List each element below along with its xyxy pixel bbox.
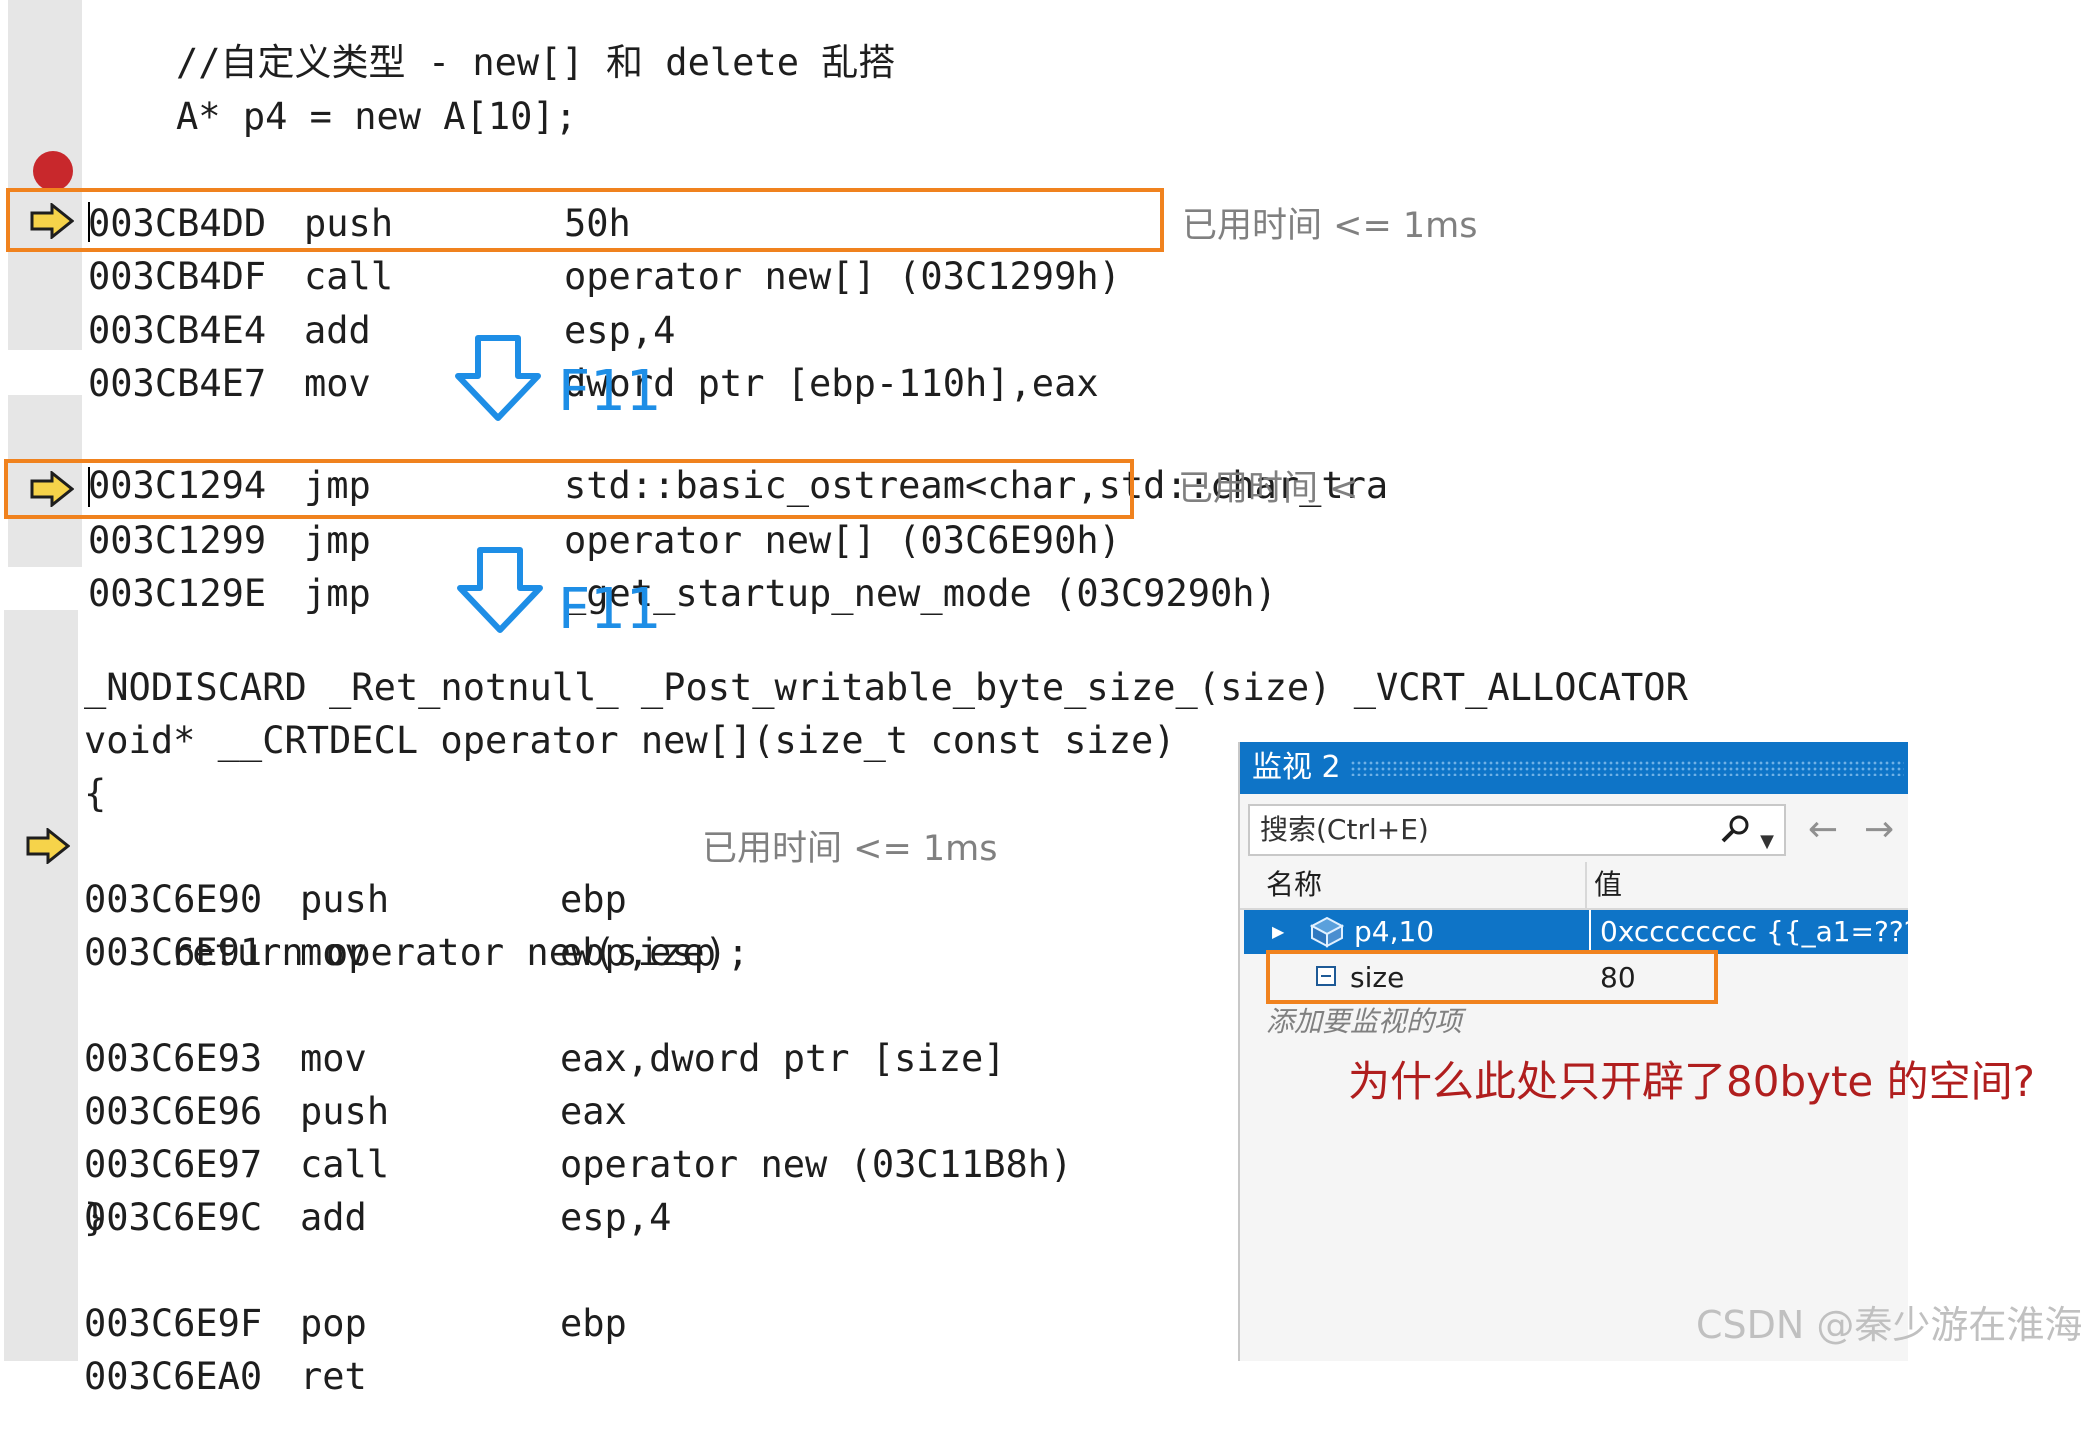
close-brace: } — [84, 1196, 107, 1239]
asm-row[interactable]: 003C6E93 mov eax,dword ptr [size] — [84, 979, 1006, 1080]
instruction-pointer-icon — [26, 828, 70, 864]
watch-row-selected[interactable]: ▶ p4,10 0xcccccccc {{_a1=??? _ — [1244, 910, 1942, 954]
function-annotation: _NODISCARD _Ret_notnull_ _Post_writable_… — [84, 666, 1688, 709]
watermark: CSDN @秦少游在淮海 — [1696, 1303, 2083, 1347]
column-header-value[interactable]: 值 — [1594, 862, 1622, 908]
magnifier-icon[interactable] — [1720, 814, 1750, 844]
column-divider — [1589, 910, 1591, 954]
instruction-pointer-icon — [30, 471, 74, 507]
asm-row[interactable]: 003CB4E4 add esp,4 — [88, 251, 675, 352]
title-grip — [1350, 760, 1904, 776]
column-header-name[interactable]: 名称 — [1266, 862, 1322, 908]
forward-arrow-icon[interactable]: → — [1864, 804, 1894, 856]
source-line: A* p4 = new A[10]; — [176, 95, 577, 138]
asm-row-current[interactable]: 003C6E90 push ebp — [84, 820, 627, 921]
annotation-question: 为什么此处只开辟了80byte 的空间? — [1348, 1057, 2035, 1106]
asm-row[interactable]: 003C1294 jmp std::basic_ostream<char,std::… — [88, 406, 1388, 507]
instruction-pointer-icon — [30, 203, 74, 239]
search-placeholder: 搜索(Ctrl+E) — [1260, 813, 1429, 846]
open-brace: { — [84, 772, 107, 815]
elapsed-time: 已用时间 <= 1ms — [1182, 206, 1478, 246]
highlight-box — [1266, 950, 1718, 1004]
elapsed-time: 已用时间 <= 1ms — [702, 829, 998, 869]
watch-search-input[interactable]: 搜索(Ctrl+E) ▼ — [1248, 804, 1786, 856]
watch-item-value: 0xcccccccc {{_a1=??? _ — [1600, 915, 1942, 948]
column-divider[interactable] — [1585, 862, 1587, 908]
back-arrow-icon[interactable]: ← — [1808, 804, 1838, 856]
highlight-box — [6, 188, 1164, 252]
watch-header: 名称 值 — [1240, 862, 1908, 910]
asm-row[interactable]: 003C6E91 mov ebp,esp — [84, 873, 716, 974]
source-line: return operator new(size); — [170, 931, 750, 974]
asm-row[interactable]: 003C6E97 call operator new (03C11B8h) — [84, 1085, 1072, 1186]
asm-row[interactable]: 003C6EA0 ret — [84, 1297, 367, 1398]
asm-row[interactable]: 003C6E9C add esp,4 — [84, 1138, 671, 1239]
disasm-block-1: //自定义类型 - new[] 和 delete 乱搭 A* p4 = new … — [0, 0, 1500, 405]
watch-title: 监视 2 — [1252, 750, 1341, 785]
asm-row[interactable]: 003C129E jmp _get_startup_new_mode (03C929… — [88, 514, 1277, 615]
breakpoint-icon[interactable] — [33, 151, 73, 191]
add-watch-item[interactable]: 添加要监视的项 — [1266, 1000, 1462, 1044]
watch-item-name: p4,10 — [1354, 915, 1435, 948]
object-cube-icon — [1310, 916, 1344, 948]
disasm-block-2: 003C1294 jmp std::basic_ostream<char,std::… — [0, 395, 1500, 615]
asm-row[interactable]: 003CB4E7 mov dword ptr [ebp-110h],eax — [88, 304, 1099, 405]
asm-row[interactable]: 003C6E96 push eax — [84, 1032, 627, 1133]
asm-row-current[interactable]: 003C1299 jmp operator new[] (03C6E90h) — [88, 461, 1121, 562]
asm-row[interactable]: 003C6E9F pop ebp — [84, 1244, 627, 1345]
function-signature: void* __CRTDECL operator new[](size_t co… — [84, 719, 1176, 762]
expand-triangle-icon[interactable]: ▶ — [1272, 910, 1284, 954]
chevron-down-icon[interactable]: ▼ — [1760, 818, 1774, 866]
watch-title-bar[interactable]: 监视 2 — [1240, 742, 1908, 794]
source-comment: //自定义类型 - new[] 和 delete 乱搭 — [176, 41, 896, 84]
gutter[interactable] — [4, 610, 78, 1361]
elapsed-time: 已用时间 < — [1178, 469, 1359, 509]
asm-row-current[interactable]: 003CB4DF call operator new[] (03C1299h) — [88, 197, 1121, 298]
